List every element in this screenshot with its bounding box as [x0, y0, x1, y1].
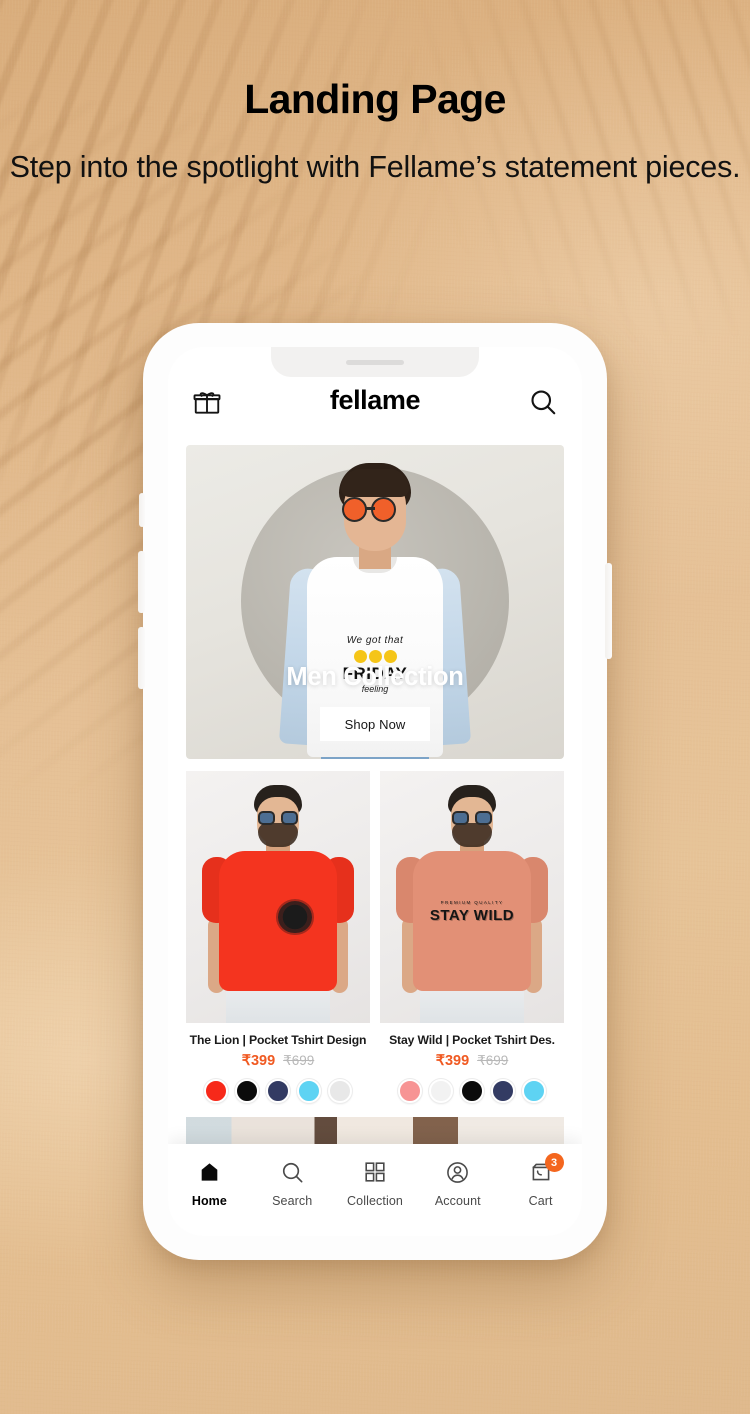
color-swatch[interactable] — [398, 1079, 422, 1103]
product-grid: The Lion | Pocket Tshirt Design ₹399 ₹69… — [186, 771, 564, 1103]
grid-icon — [338, 1158, 412, 1186]
color-swatch[interactable] — [491, 1079, 515, 1103]
nav-item-home[interactable]: Home — [172, 1158, 246, 1208]
color-swatch-row[interactable] — [186, 1079, 370, 1103]
product-photo-backdrop — [186, 771, 370, 1023]
nav-item-search[interactable]: Search — [255, 1158, 329, 1208]
color-swatch[interactable] — [297, 1079, 321, 1103]
tshirt-graphic-tagline: PREMIUM QUALITY — [440, 900, 504, 905]
model-beard — [258, 823, 298, 847]
hero-title: Men Collection — [286, 663, 464, 691]
nav-item-collection[interactable]: Collection — [338, 1158, 412, 1208]
app-content-scroll[interactable]: We got that FRIDAY feeling Men Collectio… — [168, 429, 582, 1236]
product-price-current: ₹399 — [435, 1053, 470, 1069]
emoji-row-icon — [320, 649, 430, 664]
phone-notch — [271, 347, 479, 377]
sunglasses-right-lens-icon — [475, 811, 492, 825]
brand-logo: fellame — [329, 385, 421, 415]
sunglasses-left-lens-icon — [342, 497, 367, 522]
product-name: The Lion | Pocket Tshirt Design — [189, 1033, 367, 1047]
search-icon — [255, 1158, 329, 1186]
tshirt-graphic-stay-wild: PREMIUM QUALITY STAY WILD — [429, 900, 515, 924]
page-title: Landing Page — [244, 76, 506, 122]
poster-heading-block: Landing Page Step into the spotlight wit… — [0, 76, 750, 193]
shop-now-button[interactable]: Shop Now — [320, 707, 430, 741]
nav-item-account[interactable]: Account — [421, 1158, 495, 1208]
phone-screen: fellame We got that FRIDAY feeling Men C… — [168, 347, 582, 1236]
volume-up-button[interactable] — [138, 551, 145, 613]
product-image[interactable] — [186, 771, 370, 1023]
search-icon[interactable] — [528, 387, 558, 417]
color-swatch[interactable] — [460, 1079, 484, 1103]
product-card[interactable]: The Lion | Pocket Tshirt Design ₹399 ₹69… — [186, 771, 370, 1103]
nav-label-cart: Cart — [528, 1194, 553, 1208]
earpiece-speaker — [346, 359, 404, 365]
color-swatch[interactable] — [204, 1079, 228, 1103]
color-swatch[interactable] — [328, 1079, 352, 1103]
color-swatch[interactable] — [522, 1079, 546, 1103]
shopping-bag-icon — [504, 1158, 578, 1186]
sunglasses-bridge — [366, 507, 375, 510]
silent-switch-button[interactable] — [139, 493, 145, 527]
page-subtitle: Step into the spotlight with Fellame’s s… — [9, 150, 741, 185]
product-price-current: ₹399 — [241, 1053, 276, 1069]
sunglasses-right-lens-icon — [281, 811, 298, 825]
bottom-navigation-bar: Home Search Collection Account 3 Cart — [168, 1144, 582, 1236]
color-swatch-row[interactable] — [380, 1079, 564, 1103]
tshirt-graphic-line2: WILD — [473, 906, 515, 924]
sunglasses-right-lens-icon — [371, 497, 396, 522]
product-card[interactable]: PREMIUM QUALITY STAY WILD Stay Wild | Po… — [380, 771, 564, 1103]
tshirt-graphic-lion-icon — [244, 901, 312, 933]
power-button[interactable] — [605, 563, 612, 659]
product-price-row: ₹399 ₹699 — [186, 1053, 370, 1069]
nav-label-account: Account — [434, 1194, 481, 1208]
nav-label-search: Search — [272, 1194, 313, 1208]
user-circle-icon — [421, 1158, 495, 1186]
model-hair-front — [341, 469, 409, 497]
gift-icon[interactable] — [192, 387, 222, 417]
model-beard — [452, 823, 492, 847]
hero-shirt-script: We got that — [346, 635, 404, 646]
product-image[interactable]: PREMIUM QUALITY STAY WILD — [380, 771, 564, 1023]
color-swatch[interactable] — [429, 1079, 453, 1103]
product-photo-backdrop: PREMIUM QUALITY STAY WILD — [380, 771, 564, 1023]
sunglasses-left-lens-icon — [452, 811, 469, 825]
volume-down-button[interactable] — [138, 627, 145, 689]
nav-label-collection: Collection — [347, 1194, 403, 1208]
color-swatch[interactable] — [235, 1079, 259, 1103]
product-price-original: ₹699 — [283, 1053, 315, 1068]
product-price-original: ₹699 — [477, 1053, 509, 1068]
color-swatch[interactable] — [266, 1079, 290, 1103]
nav-label-home: Home — [191, 1194, 227, 1208]
sunglasses-left-lens-icon — [258, 811, 275, 825]
phone-mockup: fellame We got that FRIDAY feeling Men C… — [138, 323, 612, 1260]
tshirt-graphic-line1: STAY — [429, 906, 470, 924]
nav-item-cart[interactable]: 3 Cart — [504, 1153, 578, 1208]
product-name: Stay Wild | Pocket Tshirt Des. — [389, 1033, 555, 1047]
hero-banner[interactable]: We got that FRIDAY feeling Men Collectio… — [186, 445, 564, 759]
product-price-row: ₹399 ₹699 — [380, 1053, 564, 1069]
cart-badge: 3 — [544, 1153, 564, 1172]
home-icon — [172, 1158, 246, 1186]
